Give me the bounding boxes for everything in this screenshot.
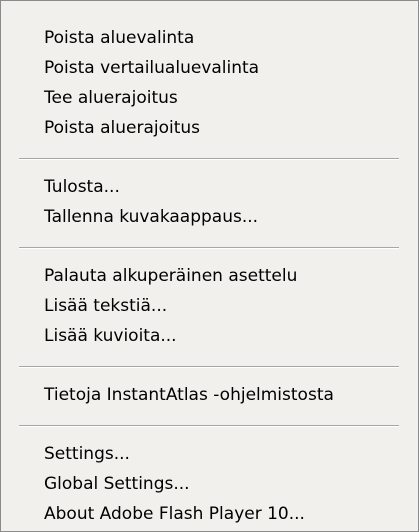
menu-item-restore-original-layout[interactable]: Palauta alkuperäinen asettelu bbox=[44, 261, 297, 291]
context-menu: Poista aluevalinta Poista vertailualueva… bbox=[0, 0, 419, 532]
menu-separator bbox=[19, 425, 399, 427]
menu-item-make-item-filter[interactable]: Tee aluerajoitus bbox=[44, 83, 178, 113]
menu-item-global-settings[interactable]: Global Settings... bbox=[44, 469, 190, 499]
menu-item-about-instantatlas[interactable]: Tietoja InstantAtlas -ohjelmistosta bbox=[44, 380, 334, 410]
menu-item-settings[interactable]: Settings... bbox=[44, 439, 130, 469]
menu-separator bbox=[19, 158, 399, 160]
menu-item-save-screenshot[interactable]: Tallenna kuvakaappaus... bbox=[44, 202, 258, 232]
menu-item-add-text[interactable]: Lisää tekstiä... bbox=[44, 291, 167, 321]
menu-item-print[interactable]: Tulosta... bbox=[44, 172, 120, 202]
menu-separator bbox=[19, 247, 399, 249]
menu-item-about-flash-player[interactable]: About Adobe Flash Player 10... bbox=[44, 499, 305, 529]
menu-separator bbox=[19, 366, 399, 368]
menu-item-remove-area-selection[interactable]: Poista aluevalinta bbox=[44, 23, 194, 53]
menu-item-remove-comparison-area-selection[interactable]: Poista vertailualuevalinta bbox=[44, 53, 259, 83]
menu-item-add-shapes[interactable]: Lisää kuvioita... bbox=[44, 321, 177, 351]
menu-item-remove-item-filter[interactable]: Poista aluerajoitus bbox=[44, 113, 200, 143]
